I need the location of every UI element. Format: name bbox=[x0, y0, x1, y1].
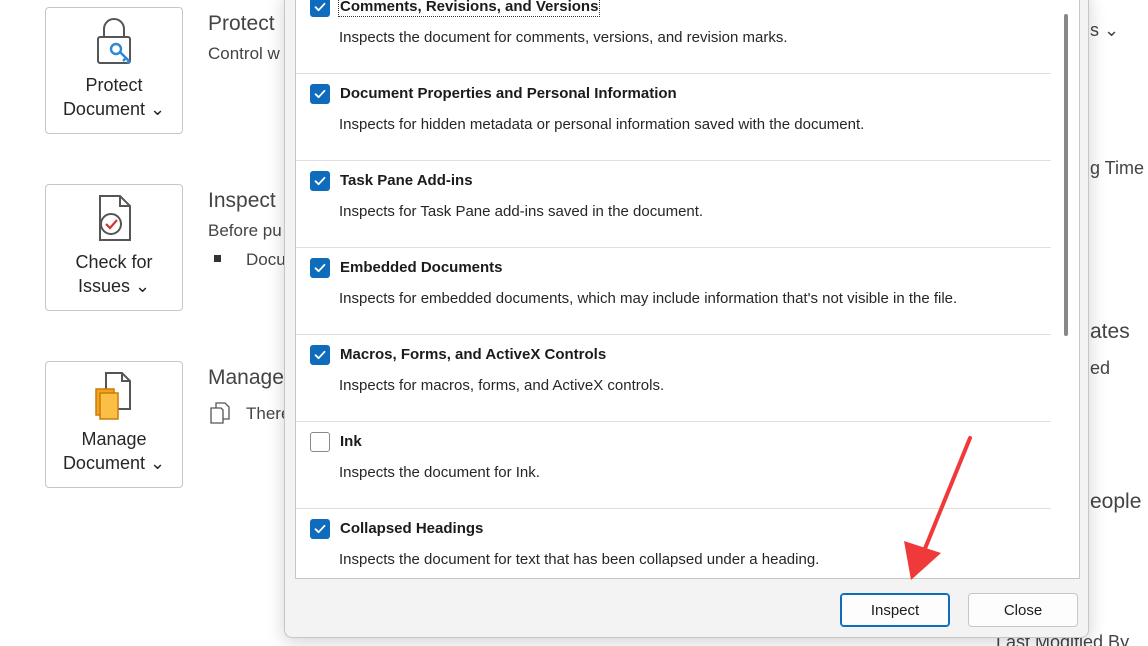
scrollbar-thumb[interactable] bbox=[1064, 14, 1068, 336]
inspection-checkbox[interactable] bbox=[310, 171, 330, 191]
inspection-item-title[interactable]: Collapsed Headings bbox=[340, 520, 483, 537]
manage-document-label: Manage Document ⌄ bbox=[62, 429, 166, 473]
inspection-item: Macros, Forms, and ActiveX Controls Inspe… bbox=[296, 335, 1051, 422]
inspection-item: Embedded Documents Inspects for embedded … bbox=[296, 248, 1051, 335]
inspection-item: Ink Inspects the document for Ink. bbox=[296, 422, 1051, 509]
inspection-item-description: Inspects the document for Ink. bbox=[339, 464, 540, 481]
inspection-item-description: Inspects the document for comments, vers… bbox=[339, 29, 788, 46]
document-stack-icon bbox=[95, 372, 131, 420]
bullet-marker bbox=[214, 255, 221, 262]
inspection-item: Document Properties and Personal Informa… bbox=[296, 74, 1051, 161]
checkmark-icon bbox=[314, 176, 326, 186]
inspection-item-title[interactable]: Comments, Revisions, and Versions bbox=[337, 0, 601, 17]
inspection-item-title[interactable]: Embedded Documents bbox=[340, 259, 503, 276]
inspection-checkbox[interactable] bbox=[310, 84, 330, 104]
right-column-text-2: g Time bbox=[1090, 158, 1145, 178]
scrollbar[interactable] bbox=[1053, 0, 1079, 578]
right-column-text-1: s ⌄ bbox=[1090, 20, 1120, 40]
inspection-checkbox[interactable] bbox=[310, 519, 330, 539]
close-button[interactable]: Close bbox=[968, 593, 1078, 627]
inspection-item-title[interactable]: Task Pane Add-ins bbox=[340, 172, 473, 189]
inspection-checkbox[interactable] bbox=[310, 345, 330, 365]
inspection-checkbox[interactable] bbox=[310, 432, 330, 452]
inspection-item-description: Inspects for Task Pane add-ins saved in … bbox=[339, 203, 704, 220]
inspection-item-description: Inspects for embedded documents, which m… bbox=[339, 290, 958, 307]
inspection-item-description: Inspects for macros, forms, and ActiveX … bbox=[339, 377, 665, 394]
protect-heading: Protect bbox=[208, 12, 275, 35]
check-for-issues-button[interactable]: Check for Issues ⌄ bbox=[45, 184, 183, 311]
inspection-options-list[interactable]: Comments, Revisions, and Versions Inspect… bbox=[295, 0, 1080, 579]
inspection-checkbox[interactable] bbox=[310, 0, 330, 17]
right-column-text-4: ed bbox=[1090, 358, 1111, 378]
inspection-item: Comments, Revisions, and Versions Inspect… bbox=[296, 0, 1051, 74]
checkmark-icon bbox=[314, 263, 326, 273]
inspection-item: Task Pane Add-ins Inspects for Task Pane … bbox=[296, 161, 1051, 248]
checkmark-icon bbox=[314, 350, 326, 360]
inspect-heading: Inspect bbox=[208, 189, 276, 212]
checkmark-icon bbox=[314, 524, 326, 534]
inspection-item-title[interactable]: Document Properties and Personal Informa… bbox=[340, 85, 677, 102]
inspection-item-description: Inspects for hidden metadata or personal… bbox=[339, 116, 865, 133]
protect-document-button[interactable]: Protect Document ⌄ bbox=[45, 7, 183, 134]
inspect-description: Before pu bbox=[208, 221, 282, 240]
inspection-item-description: Inspects the document for text that has … bbox=[339, 551, 820, 568]
right-column-text-3: ates bbox=[1090, 320, 1130, 343]
check-for-issues-label: Check for Issues ⌄ bbox=[75, 252, 153, 296]
document-pages-icon bbox=[210, 402, 230, 424]
inspection-item-title[interactable]: Macros, Forms, and ActiveX Controls bbox=[340, 346, 606, 363]
document-check-icon bbox=[99, 195, 131, 241]
inspection-checkbox[interactable] bbox=[310, 258, 330, 278]
protect-description: Control w bbox=[208, 44, 280, 63]
document-inspector-dialog: Comments, Revisions, and Versions Inspect… bbox=[284, 0, 1089, 638]
padlock-key-icon bbox=[97, 18, 131, 64]
inspection-item-title[interactable]: Ink bbox=[340, 433, 362, 450]
right-column-text-5: eople bbox=[1090, 490, 1142, 513]
manage-heading: Manage bbox=[208, 366, 284, 389]
protect-document-label: Protect Document ⌄ bbox=[62, 75, 166, 119]
manage-document-button[interactable]: Manage Document ⌄ bbox=[45, 361, 183, 488]
checkmark-icon bbox=[314, 89, 326, 99]
inspect-button[interactable]: Inspect bbox=[840, 593, 950, 627]
inspect-bullet-text: Docu bbox=[246, 250, 286, 269]
inspection-item: Collapsed Headings Inspects the document … bbox=[296, 509, 1051, 578]
checkmark-icon bbox=[314, 2, 326, 12]
